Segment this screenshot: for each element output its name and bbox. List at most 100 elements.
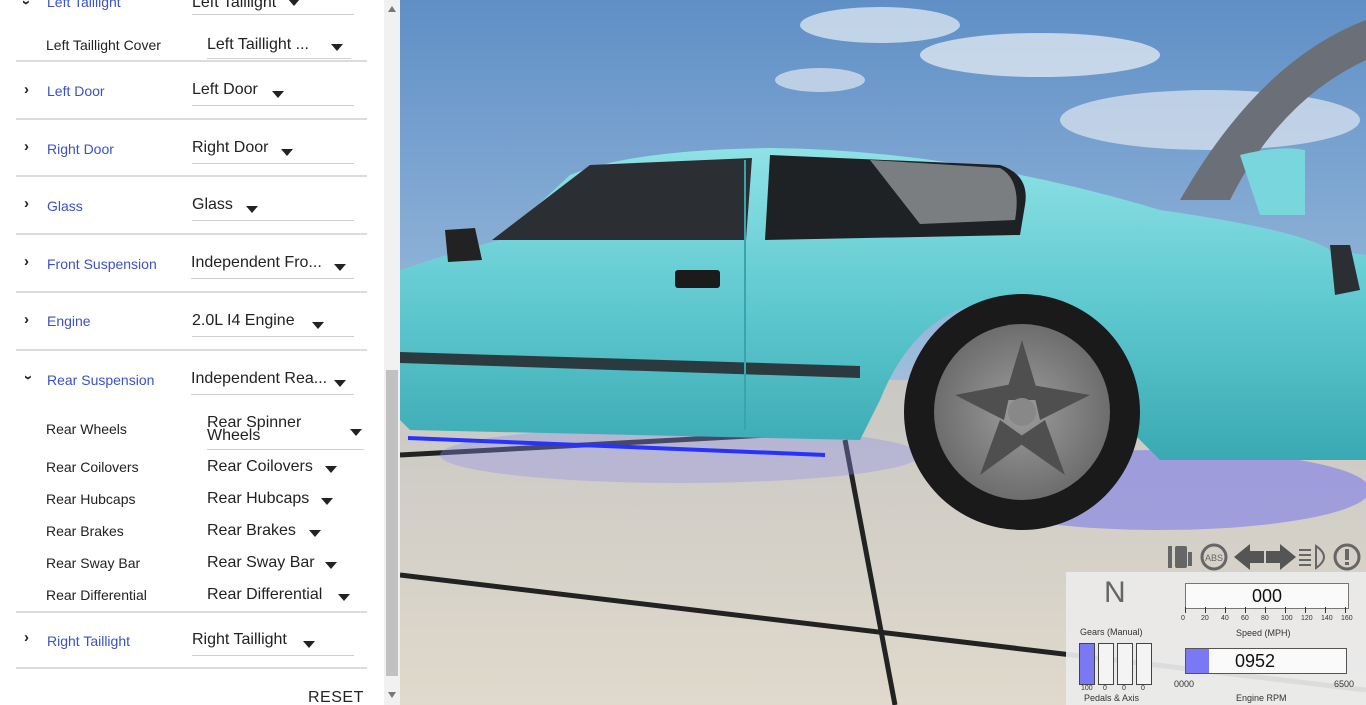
subpart-label: Rear Brakes [46, 523, 124, 539]
speed-tick-mark [1185, 607, 1186, 613]
chevron-down-icon[interactable]: › [20, 375, 37, 380]
dropdown-caret-icon [281, 149, 293, 156]
pedal-bar [1098, 643, 1114, 685]
speed-tick-label: 0 [1181, 615, 1185, 622]
dropdown-caret-icon [246, 206, 258, 213]
dropdown-caret-icon [331, 44, 343, 51]
section-glass[interactable]: › Glass Glass [16, 177, 367, 235]
scroll-down-arrow-icon[interactable] [388, 692, 396, 698]
rpm-max-label: 6500 [1334, 679, 1355, 689]
part-select[interactable]: Right Door [192, 139, 354, 164]
speed-tick-label: 40 [1221, 615, 1229, 622]
speed-tick-mark [1305, 607, 1306, 613]
section-label: Left Door [47, 83, 105, 99]
part-select[interactable]: Rear Sway Bar [207, 554, 364, 576]
subpart-rear-wheels: Rear Wheels Rear Spinner Wheels [16, 411, 367, 451]
speed-tick-mark [1205, 607, 1206, 613]
pedal-fill [1080, 644, 1094, 684]
dropdown-caret-icon [312, 322, 324, 329]
subpart-label: Rear Differential [46, 587, 147, 603]
chevron-right-icon[interactable]: › [24, 311, 29, 328]
speed-tick-label: 20 [1201, 615, 1209, 622]
section-left-door[interactable]: › Left Door Left Door [16, 62, 367, 120]
part-select[interactable]: Independent Rea... [191, 370, 354, 395]
chevron-right-icon[interactable]: › [24, 138, 29, 155]
part-select[interactable]: Independent Fro... [191, 254, 354, 279]
subpart-rear-sway-bar: Rear Sway Bar Rear Sway Bar [16, 551, 367, 581]
section-label: Engine [47, 313, 91, 329]
subpart-label: Left Taillight Cover [46, 37, 161, 53]
pedals-label: Pedals & Axis [1084, 693, 1140, 703]
speed-tick-mark [1225, 607, 1226, 613]
section-left-taillight[interactable]: › Left Taillight Left Taillight [16, 0, 367, 16]
part-select[interactable]: Rear Brakes [207, 522, 364, 544]
part-select[interactable]: Left Taillight ... [207, 36, 351, 59]
dropdown-caret-icon [272, 91, 284, 98]
rpm-label: Engine RPM [1236, 693, 1287, 703]
svg-text:ABS: ABS [1205, 553, 1223, 563]
section-label: Rear Suspension [47, 372, 155, 388]
speed-tick-label: 80 [1261, 615, 1269, 622]
dropdown-caret-icon [309, 530, 321, 537]
pedal-value: 100 [1081, 685, 1093, 692]
left-signal-icon [1234, 544, 1264, 570]
subpart-rear-hubcaps: Rear Hubcaps Rear Hubcaps [16, 487, 367, 517]
scroll-thumb[interactable] [386, 370, 398, 676]
part-select[interactable]: Glass [192, 196, 354, 221]
section-label: Glass [47, 198, 83, 214]
subpart-rear-differential: Rear Differential Rear Differential [16, 583, 367, 613]
section-label: Front Suspension [47, 256, 157, 272]
subpart-left-taillight-cover: Left Taillight Cover Left Taillight ... [16, 30, 367, 62]
pedal-bar [1117, 643, 1133, 685]
subpart-label: Rear Wheels [46, 421, 127, 437]
speed-tick-mark [1245, 607, 1246, 613]
dropdown-caret-icon [334, 380, 346, 387]
speed-tick-label: 100 [1281, 615, 1293, 622]
gears-label: Gears (Manual) [1080, 627, 1143, 637]
section-label: Right Door [47, 141, 114, 157]
section-right-door[interactable]: › Right Door Right Door [16, 120, 367, 177]
dropdown-caret-icon [350, 429, 362, 436]
dropdown-caret-icon [325, 562, 337, 569]
section-rear-suspension[interactable]: › Rear Suspension Independent Rea... [16, 351, 367, 411]
dropdown-caret-icon [338, 594, 350, 601]
part-select[interactable]: Left Door [192, 81, 354, 106]
chevron-down-icon[interactable]: › [18, 0, 35, 5]
subpart-label: Rear Hubcaps [46, 491, 136, 507]
part-select[interactable]: 2.0L I4 Engine [192, 312, 354, 337]
panel-scrollbar[interactable] [384, 0, 400, 705]
chevron-right-icon[interactable]: › [24, 81, 29, 98]
dropdown-caret-icon [303, 641, 315, 648]
headlight-icon [1299, 544, 1325, 570]
part-select[interactable]: Left Taillight [192, 0, 354, 15]
section-right-taillight[interactable]: › Right Taillight Right Taillight [16, 613, 367, 669]
speed-gauge: 000 [1185, 583, 1349, 609]
speed-label: Speed (MPH) [1236, 628, 1291, 638]
chevron-right-icon[interactable]: › [24, 253, 29, 270]
section-engine[interactable]: › Engine 2.0L I4 Engine [16, 293, 367, 351]
section-front-suspension[interactable]: › Front Suspension Independent Fro... [16, 235, 367, 293]
scroll-up-arrow-icon[interactable] [388, 6, 396, 12]
speed-tick-label: 160 [1341, 615, 1353, 622]
chevron-right-icon[interactable]: › [24, 195, 29, 212]
subpart-rear-coilovers: Rear Coilovers Rear Coilovers [16, 455, 367, 485]
part-select[interactable]: Rear Coilovers [207, 458, 364, 480]
chevron-right-icon[interactable]: › [24, 629, 29, 646]
speed-tick-label: 60 [1241, 615, 1249, 622]
rpm-min-label: 0000 [1174, 679, 1195, 689]
indicator-icons: ABS [1168, 543, 1361, 571]
part-select[interactable]: Rear Spinner Wheels [207, 413, 364, 450]
warning-icon [1333, 543, 1361, 571]
speed-tick-label: 140 [1321, 615, 1333, 622]
speed-tick-mark [1345, 607, 1346, 613]
pedal-value: 0 [1122, 685, 1126, 692]
hud-indicator-strip: ABS [1166, 542, 1366, 572]
pedal-value: 0 [1141, 685, 1145, 692]
rpm-value: 0952 [1234, 651, 1276, 671]
speed-value: 000 [1251, 586, 1283, 606]
part-select[interactable]: Rear Hubcaps [207, 490, 364, 512]
reset-button[interactable]: RESET [308, 689, 364, 705]
dropdown-caret-icon [325, 466, 337, 473]
part-select[interactable]: Rear Differential [207, 586, 364, 608]
part-select[interactable]: Right Taillight [192, 631, 354, 656]
